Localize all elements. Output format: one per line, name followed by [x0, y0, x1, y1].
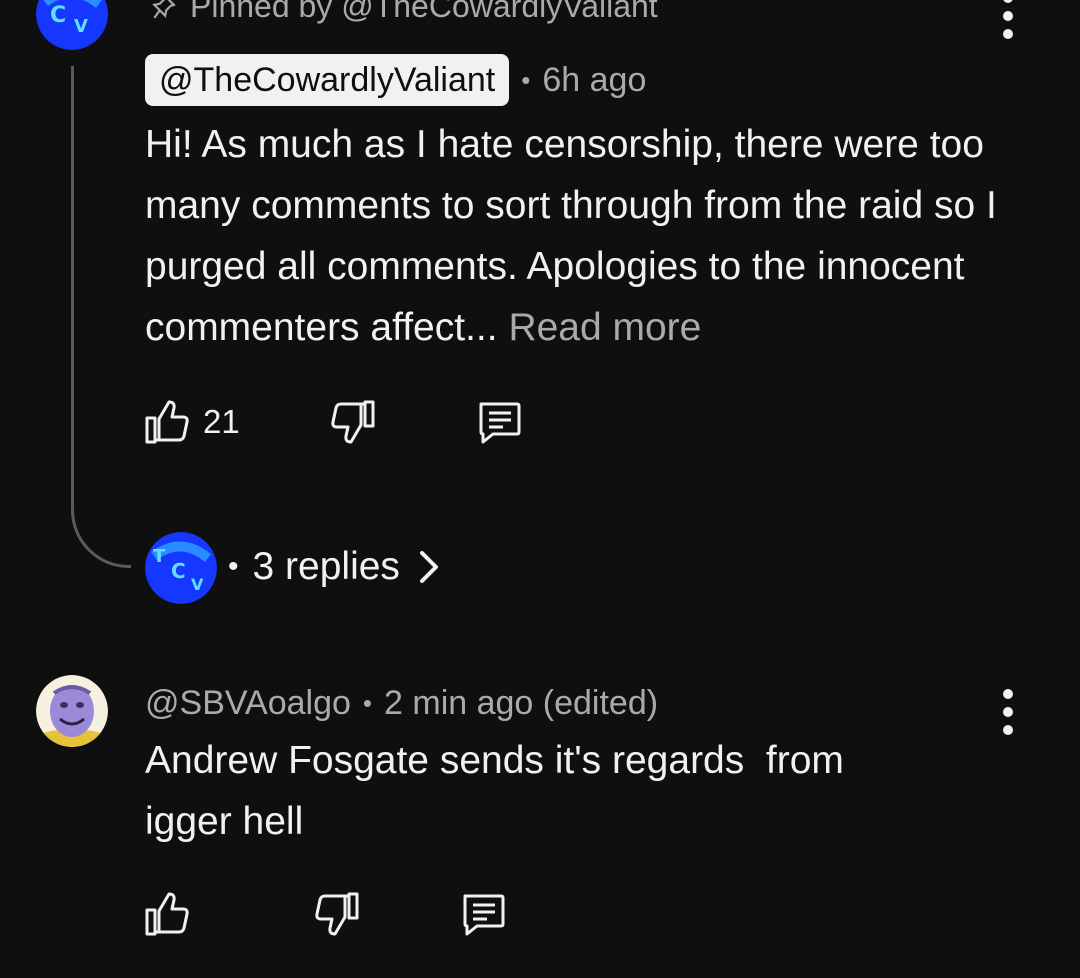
- reply-icon[interactable]: [475, 398, 523, 446]
- pinned-label: Pinned by @TheCowardlyValiant: [150, 0, 658, 25]
- reply-icon[interactable]: [459, 890, 507, 938]
- like-icon[interactable]: [143, 890, 191, 938]
- separator: •: [228, 550, 239, 583]
- like-icon[interactable]: [143, 398, 191, 446]
- svg-text:C: C: [171, 559, 186, 583]
- comment-body: Hi! As much as I hate censorship, there …: [145, 114, 1005, 358]
- read-more-link[interactable]: Read more: [508, 306, 701, 349]
- svg-text:V: V: [191, 575, 204, 594]
- comment-actions: 21: [143, 398, 523, 446]
- author-badge[interactable]: @TheCowardlyValiant: [145, 54, 510, 106]
- separator: •: [362, 687, 373, 718]
- comment-time: 6h ago: [542, 60, 647, 99]
- pin-icon: [152, 0, 176, 18]
- more-options-icon[interactable]: [1000, 0, 1016, 40]
- comment-time: 2 min ago (edited): [384, 683, 659, 722]
- avatar[interactable]: [36, 675, 108, 747]
- svg-text:T: T: [153, 546, 166, 567]
- comment-meta: @SBVAoalgo • 2 min ago (edited): [145, 676, 658, 730]
- comments-panel: C V Pinned by @TheCowardlyValiant @TheCo…: [0, 0, 1080, 978]
- replier-avatar[interactable]: T C V: [145, 532, 217, 604]
- like-count: 21: [203, 403, 240, 440]
- chevron-right-icon: [419, 551, 438, 583]
- svg-text:V: V: [74, 16, 88, 37]
- dislike-icon[interactable]: [313, 890, 361, 938]
- pinned-text: Pinned by @TheCowardlyValiant: [190, 0, 658, 24]
- avatar[interactable]: C V: [36, 0, 108, 50]
- separator: •: [521, 64, 531, 95]
- comment-actions: [143, 890, 507, 938]
- view-replies-button[interactable]: • 3 replies: [228, 545, 444, 589]
- comment-meta: @TheCowardlyValiant • 6h ago: [145, 53, 646, 107]
- svg-text:C: C: [50, 3, 66, 28]
- more-options-icon[interactable]: [1000, 688, 1016, 736]
- comment-author[interactable]: @SBVAoalgo: [145, 684, 351, 723]
- replies-count: 3 replies: [252, 545, 400, 588]
- comment-text: Andrew Fosgate sends it's regards from i…: [145, 739, 844, 843]
- dislike-icon[interactable]: [329, 398, 377, 446]
- thread-line: [71, 66, 131, 568]
